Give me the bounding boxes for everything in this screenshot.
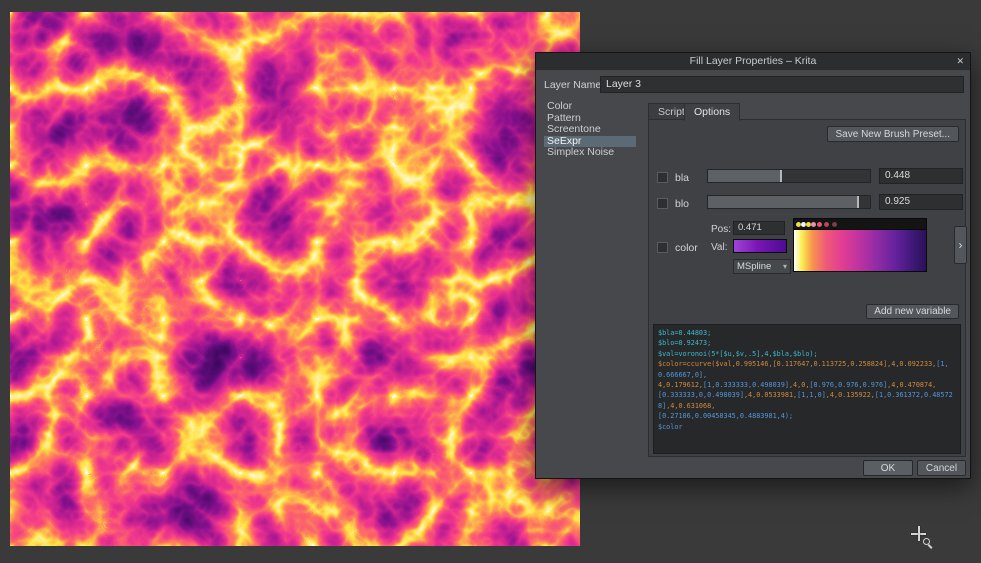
close-icon[interactable]: ✕ (956, 53, 964, 70)
pos-label: Pos: (711, 224, 731, 235)
move-cursor-vbar (918, 526, 920, 541)
tab-options[interactable]: Options (684, 103, 740, 121)
dialog-titlebar[interactable]: Fill Layer Properties – Krita ✕ (536, 53, 970, 70)
save-new-brush-preset-button[interactable]: Save New Brush Preset... (827, 126, 960, 142)
fill-layer-properties-dialog: Fill Layer Properties – Krita ✕ Layer Na… (535, 52, 971, 479)
seexpr-script-editor[interactable]: $bla=0.44803;$blo=0.92473;$val=voronoi(5… (653, 324, 961, 454)
generator-item-simplex-noise[interactable]: Simplex Noise (544, 147, 636, 159)
code-line: $blo=0.92473; (658, 338, 956, 348)
layer-name-label: Layer Name: (544, 79, 604, 91)
gradient-stop-dot[interactable] (806, 222, 811, 227)
blo-label: blo (675, 198, 689, 210)
canvas-texture (10, 12, 580, 546)
bla-slider-handle[interactable] (780, 170, 782, 182)
dialog-title: Fill Layer Properties – Krita (690, 55, 817, 67)
code-line: 4,0.179612,[1,0.333333,0.498039],4,0,[0.… (658, 380, 956, 390)
layer-name-input[interactable]: Layer 3 (600, 76, 964, 93)
color-gradient-widget[interactable] (793, 218, 927, 272)
code-line: $color (658, 422, 956, 432)
interpolation-dropdown[interactable]: ▾ MSpline (733, 259, 791, 274)
bla-slider-fill (708, 170, 781, 182)
cancel-button[interactable]: Cancel (917, 460, 966, 476)
options-panel: Save New Brush Preset... bla 0.448 blo 0… (648, 119, 966, 457)
bla-value-box[interactable]: 0.448 (879, 168, 963, 184)
generator-list: ColorPatternScreentoneSeExprSimplex Nois… (544, 101, 636, 159)
code-line: $color=ccurve($val,0.995146,[0.117647,0.… (658, 359, 956, 380)
bla-slider[interactable] (707, 169, 871, 183)
color-label: color (675, 242, 698, 254)
gradient-stop-dot[interactable] (824, 222, 829, 227)
gradient-stop-dot[interactable] (817, 222, 822, 227)
generator-item-screentone[interactable]: Screentone (544, 124, 636, 136)
color-value-swatch[interactable] (733, 239, 787, 253)
zoom-cursor-stem (928, 544, 933, 549)
gradient-stop-dot[interactable] (796, 222, 801, 227)
gradient-stop-dot[interactable] (811, 222, 816, 227)
noise-image (10, 12, 580, 546)
blo-slider-fill (708, 196, 858, 208)
val-label: Val: (711, 242, 728, 253)
blo-slider[interactable] (707, 195, 871, 209)
expand-arrow-button[interactable]: › (954, 226, 967, 264)
bla-checkbox[interactable] (657, 172, 668, 183)
code-line: $bla=0.44803; (658, 328, 956, 338)
gradient-stops-row[interactable] (794, 219, 926, 229)
add-new-variable-button[interactable]: Add new variable (866, 304, 959, 319)
blo-checkbox[interactable] (657, 198, 668, 209)
gradient-stop-dot[interactable] (832, 222, 837, 227)
code-line: [0.333333,0,0.498039],4,0.0533981,[1,1,0… (658, 390, 956, 411)
blo-value-box[interactable]: 0.925 (879, 194, 963, 210)
chevron-down-icon: ▾ (783, 260, 787, 273)
generator-item-color[interactable]: Color (544, 101, 636, 113)
zoom-cursor-icon (923, 538, 934, 549)
layer-name-value: Layer 3 (606, 78, 641, 90)
code-line: $val=voronoi(5*[$u,$v,.5],4,$bla,$blo); (658, 349, 956, 359)
color-gradient-strip[interactable] (794, 229, 926, 271)
blo-slider-handle[interactable] (857, 196, 859, 208)
pos-value-box[interactable]: 0.471 (733, 221, 785, 235)
code-line: [0.27106,0.00458345,0.4883981,4); (658, 411, 956, 421)
krita-workspace: { "window": {"title": "Fill Layer Proper… (0, 0, 981, 563)
interpolation-value: MSpline (737, 261, 771, 272)
ok-button[interactable]: OK (863, 460, 913, 476)
bla-label: bla (675, 172, 689, 184)
color-checkbox[interactable] (657, 242, 668, 253)
